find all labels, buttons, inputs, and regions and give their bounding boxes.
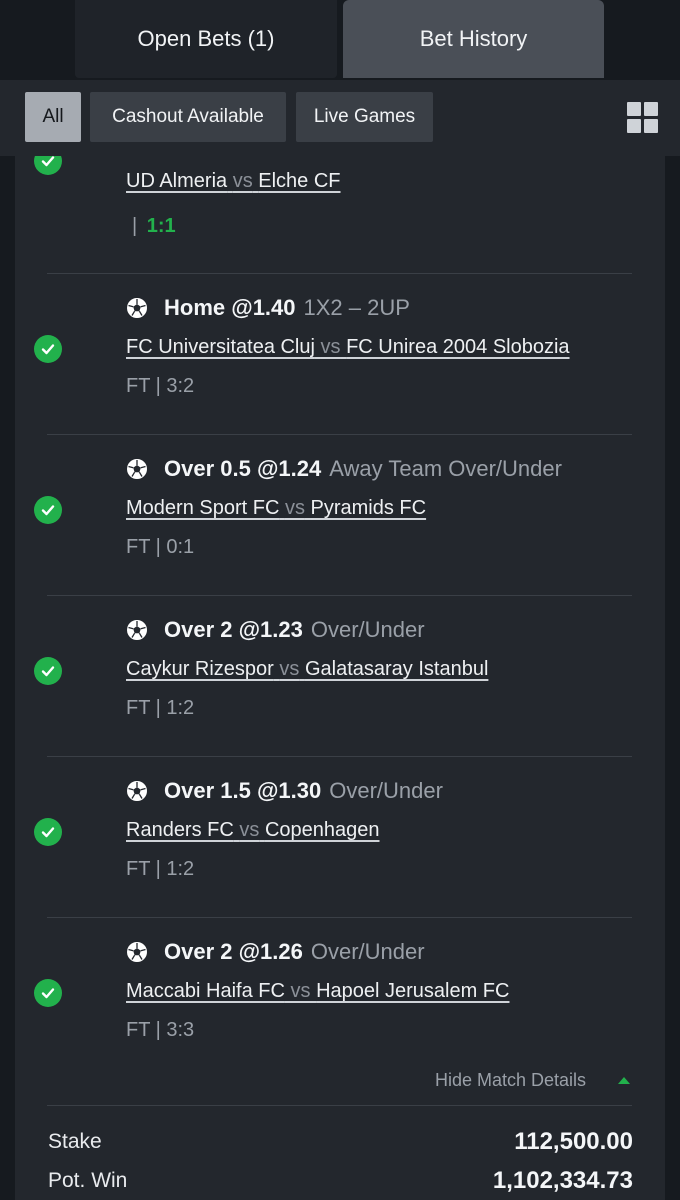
score-separator: | — [132, 215, 138, 237]
match-teams[interactable]: FC Universitatea Cluj vs FC Unirea 2004 … — [126, 336, 570, 359]
market-type: Over/Under — [310, 939, 425, 964]
away-team: Elche CF — [258, 170, 341, 192]
soccer-ball-icon — [126, 297, 148, 319]
bet-slip-panel: UD Almeria vs Elche CF | 1:1 Home @1.40 1… — [15, 156, 665, 1200]
home-team: UD Almeria — [126, 170, 228, 192]
potential-win-value: 1,102,334.73 — [492, 1167, 633, 1194]
home-team: FC Universitatea Cluj — [126, 336, 315, 358]
home-team: Maccabi Haifa FC — [126, 980, 285, 1002]
match-result: FT | 3:2 — [126, 375, 195, 397]
market-type: Over/Under — [329, 778, 443, 803]
selection-pick: Over 2 @1.26 — [164, 939, 303, 964]
vs-label: vs — [290, 980, 311, 1002]
selection-market: Over 0.5 @1.24 Away Team Over/Under — [164, 456, 562, 482]
divider — [47, 1105, 632, 1106]
stake-value: 112,500.00 — [514, 1128, 633, 1155]
market-type: Away Team Over/Under — [329, 456, 562, 481]
vs-label: vs — [239, 819, 260, 841]
stake-label: Stake — [48, 1130, 102, 1153]
potential-win-label: Pot. Win — [48, 1169, 128, 1192]
match-teams[interactable]: Maccabi Haifa FC vs Hapoel Jerusalem FC — [126, 980, 509, 1003]
away-team: Galatasaray Istanbul — [304, 658, 489, 680]
match-result: FT | 1:2 — [126, 697, 195, 719]
match-result: FT | 0:1 — [126, 536, 195, 558]
match-result: FT | 1:2 — [126, 858, 195, 880]
filter-cashout-chip[interactable]: Cashout Available — [90, 92, 286, 142]
away-team: Hapoel Jerusalem FC — [316, 980, 510, 1002]
selection-market: Over 1.5 @1.30 Over/Under — [164, 778, 443, 804]
selection-market: Over 2 @1.23 Over/Under — [164, 617, 425, 643]
vs-label: vs — [320, 336, 341, 358]
stake-row: Stake 112,500.00 — [48, 1128, 633, 1160]
hide-match-details-link[interactable]: Hide Match Details — [435, 1070, 586, 1091]
check-circle-icon — [34, 156, 62, 175]
match-result: FT | 3:3 — [126, 1019, 195, 1041]
selection-pick: Home @1.40 — [164, 295, 296, 320]
vs-label: vs — [232, 170, 253, 192]
vs-label: vs — [284, 497, 305, 519]
home-team: Modern Sport FC — [126, 497, 280, 519]
match-teams[interactable]: Modern Sport FC vs Pyramids FC — [126, 497, 426, 520]
selection-pick: Over 1.5 @1.30 — [164, 778, 322, 803]
market-type: 1X2 – 2UP — [303, 295, 410, 320]
home-team: Caykur Rizespor — [126, 658, 274, 680]
check-circle-icon — [34, 979, 62, 1007]
live-score: | 1:1 — [132, 215, 176, 238]
away-team: Copenhagen — [264, 819, 380, 841]
check-circle-icon — [34, 657, 62, 685]
filter-all-chip[interactable]: All — [25, 92, 81, 142]
away-team: Pyramids FC — [310, 497, 427, 519]
soccer-ball-icon — [126, 458, 148, 480]
selection-pick: Over 2 @1.23 — [164, 617, 303, 642]
selection-item: Home @1.40 1X2 – 2UP FC Universitatea Clu… — [15, 274, 665, 435]
caret-up-icon[interactable] — [618, 1077, 630, 1084]
soccer-ball-icon — [126, 941, 148, 963]
check-circle-icon — [34, 818, 62, 846]
selection-market: Over 2 @1.26 Over/Under — [164, 939, 425, 965]
selection-pick: Over 0.5 @1.24 — [164, 456, 322, 481]
vs-label: vs — [279, 658, 300, 680]
grid-view-icon[interactable] — [627, 102, 658, 133]
selection-market: Home @1.40 1X2 – 2UP — [164, 295, 410, 321]
tab-open-bets[interactable]: Open Bets (1) — [75, 0, 337, 78]
selection-item: Over 2 @1.23 Over/Under Caykur Rizespor v… — [15, 596, 665, 757]
filter-bar: All Cashout Available Live Games — [0, 80, 680, 156]
selection-item: Over 1.5 @1.30 Over/Under Randers FC vs C… — [15, 757, 665, 918]
match-teams[interactable]: Caykur Rizespor vs Galatasaray Istanbul — [126, 658, 488, 681]
away-team: FC Unirea 2004 Slobozia — [346, 336, 570, 358]
check-circle-icon — [34, 496, 62, 524]
bet-tabs: Open Bets (1) Bet History — [0, 0, 680, 80]
selection-item: Over 2 @1.26 Over/Under Maccabi Haifa FC … — [15, 918, 665, 1058]
match-teams[interactable]: Randers FC vs Copenhagen — [126, 819, 380, 842]
potential-win-row: Pot. Win 1,102,334.73 — [48, 1167, 633, 1199]
tab-bet-history[interactable]: Bet History — [343, 0, 604, 78]
check-circle-icon — [34, 335, 62, 363]
home-team: Randers FC — [126, 819, 234, 841]
market-type: Over/Under — [310, 617, 425, 642]
score-value: 1:1 — [146, 215, 176, 237]
selection-item: UD Almeria vs Elche CF | 1:1 — [15, 156, 665, 274]
selection-item: Over 0.5 @1.24 Away Team Over/Under Moder… — [15, 435, 665, 596]
match-teams[interactable]: UD Almeria vs Elche CF — [126, 170, 341, 193]
filter-live-games-chip[interactable]: Live Games — [296, 92, 433, 142]
soccer-ball-icon — [126, 780, 148, 802]
soccer-ball-icon — [126, 619, 148, 641]
